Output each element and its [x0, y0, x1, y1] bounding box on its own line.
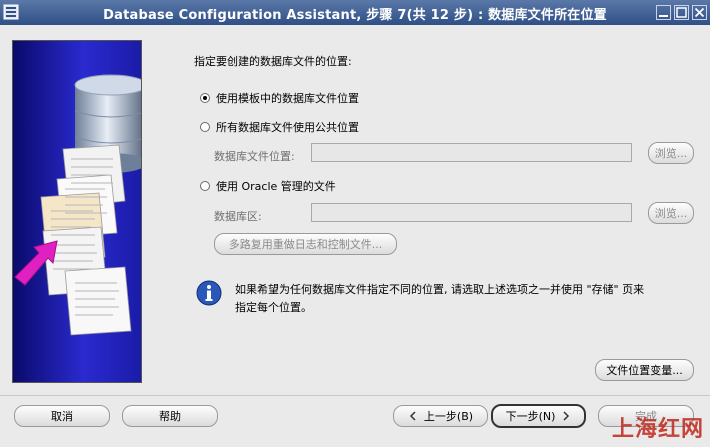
option-oracle-managed-label: 使用 Oracle 管理的文件	[216, 180, 336, 193]
radio-common-location[interactable]	[200, 122, 210, 132]
database-area-label: 数据库区:	[214, 210, 262, 223]
radio-template-locations[interactable]	[200, 93, 210, 103]
info-text-line1: 如果希望为任何数据库文件指定不同的位置, 请选取上述选项之一并使用 "存储" 页…	[235, 283, 645, 296]
maximize-icon[interactable]	[674, 5, 689, 20]
help-button[interactable]: 帮助	[122, 405, 218, 427]
browse-database-area-button[interactable]: 浏览...	[648, 202, 694, 224]
window-title: Database Configuration Assistant, 步骤 7(共…	[103, 8, 607, 23]
dbca-window: Database Configuration Assistant, 步骤 7(共…	[0, 0, 710, 447]
dialog-body: 指定要创建的数据库文件的位置: 使用模板中的数据库文件位置 所有数据库文件使用公…	[0, 25, 710, 447]
info-icon	[196, 280, 222, 306]
chevron-left-icon	[409, 411, 416, 421]
location-prompt: 指定要创建的数据库文件的位置:	[194, 55, 352, 68]
database-area-field[interactable]	[311, 203, 632, 222]
chevron-right-icon	[563, 411, 570, 421]
back-button[interactable]: 上一步(B)	[393, 405, 488, 427]
cancel-button[interactable]: 取消	[14, 405, 110, 427]
info-text-line2: 指定每个位置。	[235, 301, 312, 314]
back-button-label: 上一步(B)	[423, 410, 474, 423]
minimize-icon[interactable]	[656, 5, 671, 20]
close-icon[interactable]	[692, 5, 707, 20]
file-location-variables-button[interactable]: 文件位置变量...	[595, 359, 694, 381]
option-common-location[interactable]: 所有数据库文件使用公共位置	[200, 119, 359, 135]
next-button[interactable]: 下一步(N)	[491, 404, 586, 428]
multiplex-redo-control-button[interactable]: 多路复用重做日志和控制文件...	[214, 233, 397, 255]
browse-file-location-button[interactable]: 浏览...	[648, 142, 694, 164]
title-bar[interactable]: Database Configuration Assistant, 步骤 7(共…	[0, 0, 710, 25]
option-common-location-label: 所有数据库文件使用公共位置	[216, 121, 359, 134]
radio-oracle-managed[interactable]	[200, 181, 210, 191]
database-files-illustration	[14, 74, 141, 336]
footer-divider	[0, 395, 710, 396]
database-file-location-label: 数据库文件位置:	[214, 150, 295, 163]
option-oracle-managed[interactable]: 使用 Oracle 管理的文件	[200, 178, 336, 194]
option-template-locations-label: 使用模板中的数据库文件位置	[216, 92, 359, 105]
next-button-label: 下一步(N)	[505, 410, 556, 423]
database-file-location-field[interactable]	[311, 143, 632, 162]
option-template-locations[interactable]: 使用模板中的数据库文件位置	[200, 90, 359, 106]
watermark-logo: 上海红网	[611, 417, 704, 442]
wizard-illustration	[12, 40, 142, 383]
